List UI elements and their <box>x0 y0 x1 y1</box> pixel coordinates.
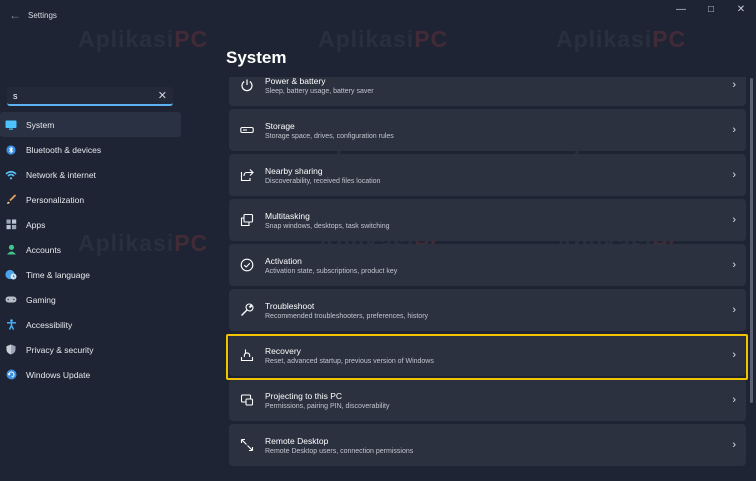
page-title: System <box>226 48 287 67</box>
chevron-right-icon: › <box>732 304 736 316</box>
card-description: Permissions, pairing PIN, discoverabilit… <box>265 402 390 410</box>
gamepad-icon <box>5 295 17 305</box>
card-description: Discoverability, received files location <box>265 177 381 185</box>
search-box[interactable]: ✕ <box>7 87 173 106</box>
sidebar-item-label: Accounts <box>26 244 61 255</box>
chevron-right-icon: › <box>732 124 736 136</box>
card-title: Storage <box>265 120 295 131</box>
chevron-right-icon: › <box>732 349 736 361</box>
back-arrow-icon[interactable]: ← <box>4 8 26 22</box>
settings-card-power-battery[interactable]: Power & battery Sleep, battery usage, bat… <box>229 77 746 106</box>
sidebar-item-personalization[interactable]: Personalization <box>0 187 181 212</box>
sidebar-item-label: Privacy & security <box>26 344 94 355</box>
clear-search-icon[interactable]: ✕ <box>158 89 167 102</box>
card-title: Remote Desktop <box>265 435 329 446</box>
settings-card-nearby-sharing[interactable]: Nearby sharing Discoverability, received … <box>229 154 746 196</box>
sidebar-item-label: Accessibility <box>26 319 73 330</box>
card-title: Activation <box>265 255 302 266</box>
search-input[interactable] <box>13 90 153 101</box>
remote-desktop-icon <box>239 437 255 453</box>
close-icon[interactable]: ✕ <box>726 0 756 18</box>
chevron-right-icon: › <box>732 214 736 226</box>
maximize-icon[interactable]: □ <box>696 0 726 18</box>
settings-list: Power & battery Sleep, battery usage, bat… <box>229 77 746 481</box>
sidebar-item-privacy-security[interactable]: Privacy & security <box>0 337 181 362</box>
storage-icon <box>239 122 255 138</box>
sidebar-item-apps[interactable]: Apps <box>0 212 181 237</box>
recovery-icon <box>239 347 255 363</box>
sidebar-item-network-internet[interactable]: Network & internet <box>0 162 181 187</box>
sidebar-item-system[interactable]: System <box>0 112 181 137</box>
sidebar-item-label: Network & internet <box>26 169 96 180</box>
sidebar-item-label: Bluetooth & devices <box>26 144 102 155</box>
card-description: Storage space, drives, configuration rul… <box>265 132 394 140</box>
sidebar-item-gaming[interactable]: Gaming <box>0 287 181 312</box>
multitasking-icon <box>239 212 255 228</box>
chevron-right-icon: › <box>732 259 736 271</box>
sidebar-item-accounts[interactable]: Accounts <box>0 237 181 262</box>
check-circle-icon <box>239 257 255 273</box>
card-description: Sleep, battery usage, battery saver <box>265 87 374 95</box>
card-description: Reset, advanced startup, previous versio… <box>265 357 434 365</box>
chevron-right-icon: › <box>732 394 736 406</box>
card-description: Remote Desktop users, connection permiss… <box>265 447 414 455</box>
settings-card-multitasking[interactable]: Multitasking Snap windows, desktops, task… <box>229 199 746 241</box>
sidebar-item-label: System <box>26 119 55 130</box>
window-controls: — □ ✕ <box>666 0 756 18</box>
sidebar-item-label: Time & language <box>26 269 90 280</box>
watermark-text: AplikasiPC <box>78 26 209 52</box>
card-title: Power & battery <box>265 77 326 86</box>
card-title: Nearby sharing <box>265 165 323 176</box>
card-description: Snap windows, desktops, task switching <box>265 222 390 230</box>
share-icon <box>239 167 255 183</box>
sidebar-item-time-language[interactable]: Time & language <box>0 262 181 287</box>
title-bar: ← Settings <box>0 0 756 30</box>
wrench-icon <box>239 302 255 318</box>
settings-card-activation[interactable]: Activation Activation state, subscription… <box>229 244 746 286</box>
monitor-icon <box>5 120 17 130</box>
settings-card-troubleshoot[interactable]: Troubleshoot Recommended troubleshooters,… <box>229 289 746 331</box>
update-icon <box>5 369 17 380</box>
card-title: Projecting to this PC <box>265 390 343 401</box>
sidebar-item-label: Gaming <box>26 294 56 305</box>
bluetooth-icon <box>5 144 17 155</box>
sidebar-item-label: Windows Update <box>26 369 91 380</box>
chevron-right-icon: › <box>732 439 736 451</box>
settings-card-storage[interactable]: Storage Storage space, drives, configurat… <box>229 109 746 151</box>
accessibility-icon <box>5 319 17 330</box>
sidebar-item-bluetooth-devices[interactable]: Bluetooth & devices <box>0 137 181 162</box>
watermark-text: AplikasiPC <box>556 26 687 52</box>
power-icon <box>239 77 255 93</box>
sidebar-item-label: Apps <box>26 219 46 230</box>
sidebar-item-windows-update[interactable]: Windows Update <box>0 362 181 387</box>
card-title: Multitasking <box>265 210 310 221</box>
card-title: Recovery <box>265 345 301 356</box>
watermark-text: AplikasiPC <box>318 26 449 52</box>
sidebar-item-label: Personalization <box>26 194 85 205</box>
projecting-icon <box>239 392 255 408</box>
chevron-right-icon: › <box>732 169 736 181</box>
settings-card-remote-desktop[interactable]: Remote Desktop Remote Desktop users, conn… <box>229 424 746 466</box>
wifi-icon <box>5 170 17 180</box>
brush-icon <box>5 194 17 205</box>
settings-card-recovery[interactable]: Recovery Reset, advanced startup, previou… <box>229 334 746 376</box>
scrollbar[interactable] <box>750 78 753 403</box>
sidebar-item-accessibility[interactable]: Accessibility <box>0 312 181 337</box>
chevron-right-icon: › <box>732 79 736 91</box>
minimize-icon[interactable]: — <box>666 0 696 18</box>
card-description: Activation state, subscriptions, product… <box>265 267 398 275</box>
card-title: Troubleshoot <box>265 300 315 311</box>
person-icon <box>5 244 17 255</box>
app-title: Settings <box>28 10 57 20</box>
shield-icon <box>5 344 17 355</box>
card-description: Recommended troubleshooters, preferences… <box>265 312 429 320</box>
settings-card-projecting-to-this-pc[interactable]: Projecting to this PC Permissions, pairin… <box>229 379 746 421</box>
apps-icon <box>5 219 17 230</box>
globe-clock-icon <box>5 269 17 280</box>
sidebar-nav: System Bluetooth & devices Network & inter… <box>0 112 181 387</box>
